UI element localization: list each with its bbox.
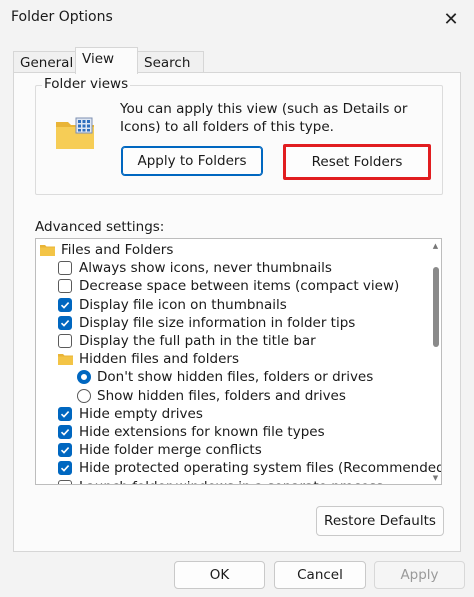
tree-checkbox-row[interactable]: Hide empty drives (36, 405, 426, 423)
tab-view[interactable]: View (75, 47, 138, 74)
advanced-settings-items: Files and Folders Always show icons, neve… (36, 239, 441, 484)
scroll-down-arrow[interactable]: ▼ (432, 475, 439, 482)
folder-views-description: You can apply this view (such as Details… (120, 101, 408, 135)
checkbox-unchecked[interactable] (58, 279, 72, 294)
tree-checkbox-row[interactable]: Hide protected operating system files (R… (36, 459, 441, 477)
tree-checkbox-row[interactable]: Launch folder windows in a separate proc… (36, 477, 426, 484)
checkbox-checked[interactable] (58, 406, 72, 421)
tree-checkbox-row[interactable]: Decrease space between items (compact vi… (36, 277, 426, 295)
tree-checkbox-row[interactable]: Hide extensions for known file types (36, 423, 426, 441)
cancel-button[interactable]: Cancel (274, 561, 366, 589)
tree-item-label: Hide protected operating system files (R… (79, 460, 442, 477)
restore-defaults-button[interactable]: Restore Defaults (316, 506, 444, 536)
folder-views-label: Folder views (42, 76, 131, 92)
tree-checkbox-row[interactable]: Display file icon on thumbnails (36, 296, 426, 314)
advanced-settings-label: Advanced settings: (35, 219, 165, 235)
apply-to-folders-button[interactable]: Apply to Folders (121, 146, 263, 176)
tree-item-label: Launch folder windows in a separate proc… (79, 479, 383, 484)
checkbox-checked[interactable] (58, 461, 72, 476)
tab-general[interactable]: General (13, 51, 76, 73)
checkbox-checked[interactable] (58, 297, 72, 312)
tree-item-label: Display file size information in folder … (79, 314, 356, 331)
tree-item-label: Files and Folders (61, 242, 174, 259)
tree-item-label: Hide folder merge conflicts (79, 442, 262, 459)
tree-item-label: Don't show hidden files, folders or driv… (97, 369, 374, 386)
checkbox-checked[interactable] (58, 315, 72, 330)
tree-checkbox-row[interactable]: Display the full path in the title bar (36, 332, 426, 350)
radio-selected[interactable] (77, 370, 91, 385)
reset-folders-button[interactable]: Reset Folders (283, 144, 431, 180)
folder-icon (40, 245, 55, 257)
tree-item-label: Hide empty drives (79, 405, 203, 422)
tree-checkbox-row[interactable]: Hide folder merge conflicts (36, 441, 426, 459)
tree-item-label: Show hidden files, folders and drives (97, 387, 346, 404)
tree-radio-row[interactable]: Don't show hidden files, folders or driv… (36, 368, 426, 386)
checkbox-unchecked[interactable] (58, 261, 72, 276)
checkbox-checked[interactable] (58, 424, 72, 439)
folder-icon (58, 354, 73, 366)
checkbox-checked[interactable] (58, 443, 72, 458)
ok-button[interactable]: OK (174, 561, 265, 589)
tree-checkbox-row[interactable]: Display file size information in folder … (36, 314, 426, 332)
tree-item-label: Decrease space between items (compact vi… (79, 278, 400, 295)
tree-checkbox-row[interactable]: Always show icons, never thumbnails (36, 259, 426, 277)
tree-item-label: Hidden files and folders (79, 351, 239, 368)
tree-radio-row[interactable]: Show hidden files, folders and drives (36, 387, 426, 405)
tree-item-label: Always show icons, never thumbnails (79, 260, 332, 277)
scroll-thumb[interactable] (433, 267, 439, 347)
tree-item-label: Hide extensions for known file types (79, 423, 325, 440)
folder-view-icon (56, 117, 94, 149)
tab-search[interactable]: Search (137, 51, 204, 73)
view-tab-panel: Folder views You can apply this view (su… (13, 72, 461, 552)
checkbox-unchecked[interactable] (58, 334, 72, 349)
scroll-up-arrow[interactable]: ▲ (432, 243, 439, 250)
radio-unselected[interactable] (77, 388, 91, 403)
tree-item-label: Display file icon on thumbnails (79, 296, 287, 313)
advanced-settings-list[interactable]: Files and Folders Always show icons, neve… (35, 238, 442, 485)
tree-group-row: Hidden files and folders (36, 350, 426, 368)
checkbox-unchecked[interactable] (58, 479, 72, 484)
folder-views-group: Folder views You can apply this view (su… (35, 76, 443, 195)
vertical-scrollbar[interactable]: ▲ ▼ (432, 243, 439, 482)
tree-item-label: Display the full path in the title bar (79, 333, 316, 350)
window-title: Folder Options (11, 9, 113, 25)
apply-button[interactable]: Apply (374, 561, 465, 589)
title-bar: Folder Options ✕ (0, 0, 474, 38)
tree-group-row: Files and Folders (36, 241, 426, 259)
close-button[interactable]: ✕ (428, 0, 474, 38)
